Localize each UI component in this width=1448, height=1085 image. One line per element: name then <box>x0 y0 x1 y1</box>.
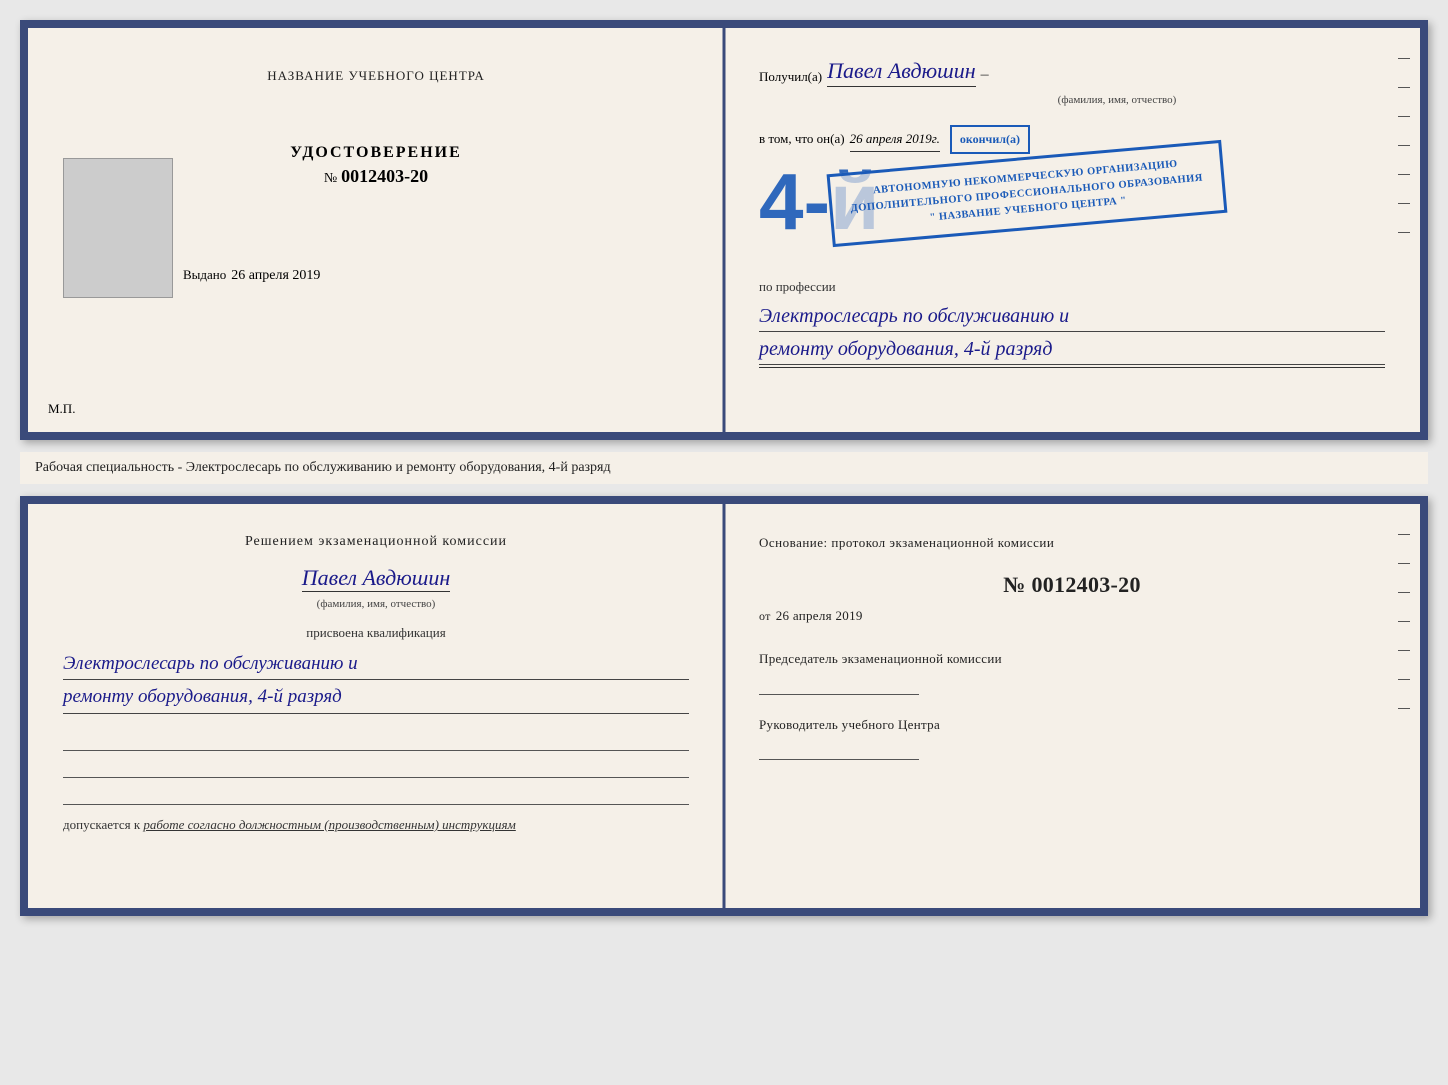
cert-number-prefix: № <box>324 171 337 186</box>
middle-specialty-text: Рабочая специальность - Электрослесарь п… <box>20 452 1428 484</box>
osnov-number: № 0012403-20 <box>759 572 1385 598</box>
dopuskaetsya-block: допускается к работе согласно должностны… <box>63 817 689 833</box>
bottom-person-name: Павел Авдюшин <box>302 565 450 592</box>
sig-line-2 <box>63 756 689 778</box>
bottom-deco-line-2 <box>1398 563 1410 564</box>
bottom-left-side: Решением экзаменационной комиссии Павел … <box>28 504 724 908</box>
date-value: 26 апреля 2019 <box>776 608 863 624</box>
osnov-number-prefix: № <box>1003 572 1025 597</box>
bottom-deco-line-6 <box>1398 679 1410 680</box>
decision-title: Решением экзаменационной комиссии <box>63 534 689 550</box>
chairman-section: Председатель экзаменационной комиссии <box>759 649 1385 695</box>
cert-number-value: 0012403-20 <box>341 166 428 186</box>
page-wrapper: НАЗВАНИЕ УЧЕБНОГО ЦЕНТРА УДОСТОВЕРЕНИЕ №… <box>20 20 1428 916</box>
profession-line2: ремонту оборудования, 4-й разряд <box>759 334 1385 365</box>
udostoverenie-label: УДОСТОВЕРЕНИЕ <box>290 144 462 162</box>
profession-label: по профессии <box>759 277 1385 298</box>
chairman-signature-line <box>759 694 919 695</box>
bottom-certificate: Решением экзаменационной комиссии Павел … <box>20 496 1428 916</box>
qualification-text: Электрослесарь по обслуживанию и ремонту… <box>63 649 689 714</box>
recipient-prefix: Получил(а) <box>759 67 822 88</box>
bottom-deco-line-3 <box>1398 592 1410 593</box>
grade-stamp-area: 4-й АВТОНОМНУЮ НЕКОММЕРЧЕСКУЮ ОРГАНИЗАЦИ… <box>759 162 1385 262</box>
deco-line-6 <box>1398 203 1410 204</box>
cert-right-side: Получил(а) Павел Авдюшин – (фамилия, имя… <box>724 28 1420 432</box>
deco-line-3 <box>1398 116 1410 117</box>
osnovanie-section: Основание: протокол экзаменационной коми… <box>759 534 1385 760</box>
deco-line-5 <box>1398 174 1410 175</box>
qual-line1: Электрослесарь по обслуживанию и <box>63 649 689 680</box>
deco-line-4 <box>1398 145 1410 146</box>
bottom-deco-line-5 <box>1398 650 1410 651</box>
vtom-date: 26 апреля 2019г. <box>850 129 940 152</box>
training-center-title: НАЗВАНИЕ УЧЕБНОГО ЦЕНТРА <box>267 68 484 84</box>
chairman-label: Председатель экзаменационной комиссии <box>759 649 1385 669</box>
osnov-title: Основание: протокол экзаменационной коми… <box>759 534 1385 552</box>
osnov-number-value: 0012403-20 <box>1031 572 1140 597</box>
okoncil-label: окончил(а) <box>950 125 1030 154</box>
deco-line-1 <box>1398 58 1410 59</box>
vtom-line: в том, что он(а) 26 апреля 2019г. окончи… <box>759 125 1385 154</box>
right-deco-lines <box>1398 58 1410 233</box>
profession-section: по профессии Электрослесарь по обслужива… <box>759 277 1385 368</box>
recipient-name: Павел Авдюшин <box>827 58 975 87</box>
profession-line1: Электрослесарь по обслуживанию и <box>759 301 1385 332</box>
vtom-label: в том, что он(а) <box>759 129 845 150</box>
dopuskaetsya-value: работе согласно должностным (производств… <box>143 817 515 832</box>
recipient-dash: – <box>981 62 989 88</box>
bottom-right-deco-lines <box>1398 534 1410 709</box>
director-signature-line <box>759 759 919 760</box>
recipient-subtitle: (фамилия, имя, отчество) <box>849 92 1385 110</box>
bottom-deco-line-4 <box>1398 621 1410 622</box>
photo-placeholder <box>63 158 173 298</box>
osnov-date-line: от 26 апреля 2019 <box>759 608 1385 624</box>
issued-label: Выдано <box>183 267 226 283</box>
bottom-right-side: Основание: протокол экзаменационной коми… <box>724 504 1420 908</box>
recipient-line: Получил(а) Павел Авдюшин – <box>759 58 1385 87</box>
sig-line-1 <box>63 729 689 751</box>
deco-line-7 <box>1398 232 1410 233</box>
director-label: Руководитель учебного Центра <box>759 715 1385 735</box>
top-certificate: НАЗВАНИЕ УЧЕБНОГО ЦЕНТРА УДОСТОВЕРЕНИЕ №… <box>20 20 1428 440</box>
cert-issued-line: Выдано 26 апреля 2019 <box>183 267 689 284</box>
date-prefix: от <box>759 609 771 624</box>
stamp-overlay: АВТОНОМНУЮ НЕКОММЕРЧЕСКУЮ ОРГАНИЗАЦИЮ ДО… <box>827 140 1227 247</box>
issued-date: 26 апреля 2019 <box>231 268 320 284</box>
sig-line-3 <box>63 783 689 805</box>
bottom-deco-line-1 <box>1398 534 1410 535</box>
profession-name: Электрослесарь по обслуживанию и ремонту… <box>759 301 1385 368</box>
bottom-deco-line-7 <box>1398 708 1410 709</box>
qual-line2: ремонту оборудования, 4-й разряд <box>63 682 689 713</box>
director-section: Руководитель учебного Центра <box>759 715 1385 761</box>
deco-line-2 <box>1398 87 1410 88</box>
udostoverenie-block: УДОСТОВЕРЕНИЕ № 0012403-20 <box>290 144 462 187</box>
bottom-person-subtitle: (фамилия, имя, отчество) <box>63 598 689 610</box>
mp-label: М.П. <box>48 401 75 417</box>
signature-lines-group <box>63 729 689 805</box>
prisvoyena-label: присвоена квалификация <box>63 625 689 641</box>
dopuskaetsya-label: допускается к <box>63 817 140 832</box>
cert-left-side: НАЗВАНИЕ УЧЕБНОГО ЦЕНТРА УДОСТОВЕРЕНИЕ №… <box>28 28 724 432</box>
